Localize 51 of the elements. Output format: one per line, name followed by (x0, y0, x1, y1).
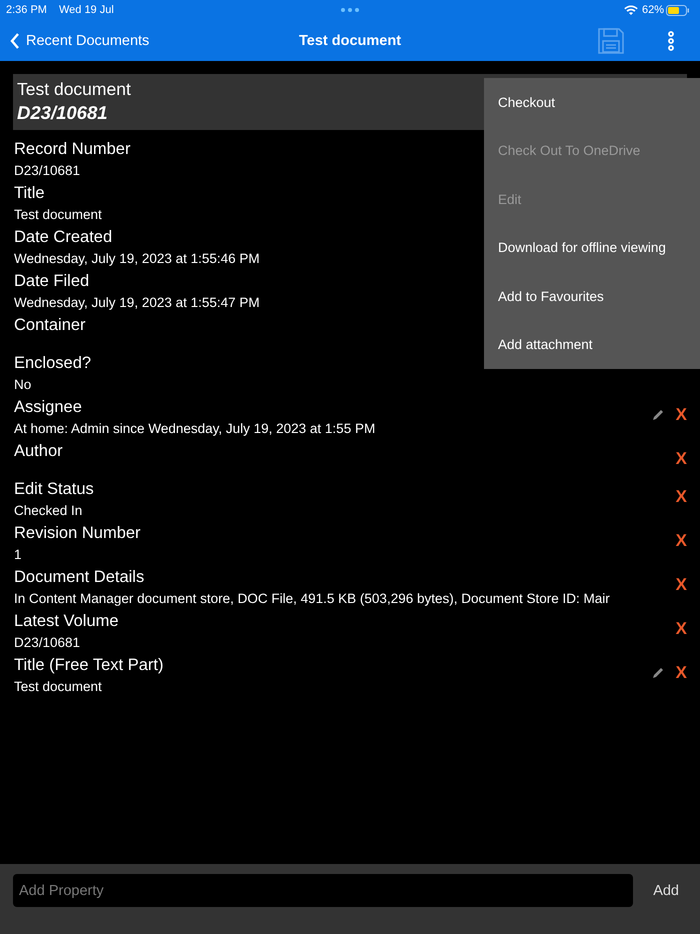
battery-percent: 62% (642, 4, 664, 16)
property-label: Title (14, 183, 45, 203)
record-number: D23/10681 (17, 101, 108, 125)
page-title: Test document (298, 32, 402, 48)
property-value: In Content Manager document store, DOC File, 491.5 KB (503,296 bytes), Document Store ID: Mair (14, 590, 610, 608)
property-label: Latest Volume (14, 611, 119, 631)
wifi-icon (624, 4, 638, 16)
property-label: Revision Number (14, 523, 141, 543)
property-label: Edit Status (14, 479, 94, 499)
property-label: Document Details (14, 567, 144, 587)
menu-item[interactable]: Add to Favourites (484, 272, 700, 320)
property-value: Test document (14, 678, 102, 696)
menu-item[interactable]: Add attachment (484, 320, 700, 369)
property-label: Enclosed? (14, 353, 92, 373)
back-button[interactable]: Recent Documents (10, 32, 150, 48)
property-value: At home: Admin since Wednesday, July 19, 2023 at 1:55 PM (14, 420, 376, 438)
chevron-left-icon (10, 32, 20, 48)
add-property-field[interactable]: Add Property (13, 874, 634, 907)
property-label: Container (14, 315, 86, 335)
remove-button[interactable]: X (676, 405, 687, 425)
property-label: Title (Free Text Part) (14, 655, 164, 675)
record-title: Test document (17, 78, 131, 101)
property-label: Assignee (14, 397, 82, 417)
battery-icon (666, 4, 690, 16)
property-value: D23/10681 (14, 634, 80, 652)
status-date: Wed 19 Jul (58, 4, 114, 16)
property-value: Wednesday, July 19, 2023 at 1:55:46 PM (14, 250, 260, 268)
multitasking-icon[interactable] (341, 8, 359, 12)
property-value: Checked In (14, 502, 82, 520)
property-value: D23/10681 (14, 162, 80, 180)
property-label: Date Filed (14, 271, 90, 291)
menu-item[interactable]: Download for offline viewing (484, 224, 700, 272)
remove-button[interactable]: X (676, 663, 687, 683)
property-label: Date Created (14, 227, 112, 247)
property-value: Test document (14, 206, 102, 224)
remove-button[interactable]: X (676, 575, 687, 595)
property-label: Author (14, 441, 63, 461)
pencil-icon[interactable] (652, 409, 664, 421)
pencil-icon[interactable] (652, 667, 664, 679)
remove-button[interactable]: X (676, 487, 687, 507)
property-value: 1 (14, 546, 22, 564)
remove-button[interactable]: X (676, 449, 687, 469)
remove-button[interactable]: X (676, 531, 687, 551)
property-value: Wednesday, July 19, 2023 at 1:55:47 PM (14, 294, 260, 312)
property-value: No (14, 376, 32, 394)
property-label: Record Number (14, 139, 130, 159)
status-time: 2:36 PM (6, 4, 47, 16)
more-icon[interactable] (668, 30, 674, 50)
menu-item[interactable]: Checkout (484, 78, 700, 126)
add-button[interactable]: Add (645, 874, 687, 907)
remove-button[interactable]: X (676, 619, 687, 639)
